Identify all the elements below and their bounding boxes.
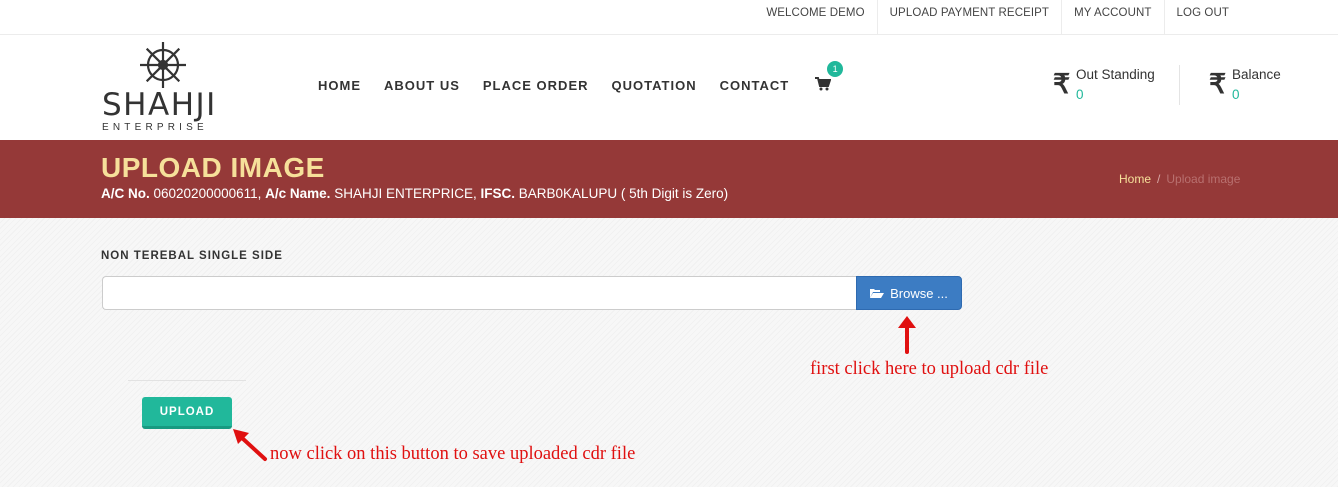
ac-no-value: 06020200000611, [153, 186, 262, 201]
outstanding-label: Out Standing [1076, 67, 1155, 82]
top-links: WELCOME DEMO UPLOAD PAYMENT RECEIPT MY A… [754, 0, 1241, 35]
rupee-icon: ₹ [1209, 69, 1227, 99]
breadcrumb: Home / Upload image [1119, 172, 1240, 186]
cart-count-badge: 1 [827, 61, 844, 77]
breadcrumb-separator: / [1157, 172, 1161, 186]
nav-about-us[interactable]: ABOUT US [384, 78, 460, 93]
cart-button[interactable]: 1 [815, 61, 844, 93]
rupee-icon: ₹ [1053, 69, 1071, 99]
annotation-upload: now click on this button to save uploade… [270, 444, 636, 464]
upload-payment-receipt-link[interactable]: UPLOAD PAYMENT RECEIPT [878, 0, 1063, 35]
cart-icon [815, 77, 832, 91]
logo-name: SHAHJI [102, 87, 217, 123]
nav-quotation[interactable]: QUOTATION [612, 78, 697, 93]
logout-link[interactable]: LOG OUT [1165, 0, 1241, 35]
nav-contact[interactable]: CONTACT [720, 78, 790, 93]
separator [128, 380, 246, 381]
my-account-link[interactable]: MY ACCOUNT [1062, 0, 1165, 35]
ac-no-label: A/C No. [101, 186, 150, 201]
welcome-link[interactable]: WELCOME DEMO [754, 0, 878, 35]
page-title: UPLOAD IMAGE [101, 152, 325, 183]
main-content: NON TEREBAL SINGLE SIDE Browse ... first… [0, 218, 1338, 487]
upload-button[interactable]: UPLOAD [142, 397, 232, 429]
page-banner: UPLOAD IMAGE A/C No. 06020200000611, A/c… [0, 140, 1338, 218]
ac-name-value: SHAHJI ENTERPRICE, [334, 186, 477, 201]
balance-value: 0 [1232, 87, 1240, 102]
ifsc-value: BARB0KALUPU ( 5th Digit is Zero) [518, 186, 729, 201]
ship-wheel-icon [140, 42, 186, 88]
ifsc-label: IFSC. [480, 186, 516, 201]
breadcrumb-current: Upload image [1166, 172, 1241, 186]
file-field-label: NON TEREBAL SINGLE SIDE [101, 250, 283, 262]
logo-subtitle: ENTERPRISE [102, 122, 208, 133]
arrow-up-icon [898, 316, 916, 354]
top-bar: WELCOME DEMO UPLOAD PAYMENT RECEIPT MY A… [0, 0, 1338, 35]
file-path-input[interactable] [102, 276, 857, 310]
breadcrumb-home[interactable]: Home [1119, 172, 1151, 186]
ac-name-label: A/c Name. [265, 186, 331, 201]
site-header: SHAHJI ENTERPRISE HOME ABOUT US PLACE OR… [0, 35, 1338, 140]
annotation-browse: first click here to upload cdr file [810, 359, 1049, 379]
nav-place-order[interactable]: PLACE ORDER [483, 78, 589, 93]
main-nav: HOME ABOUT US PLACE ORDER QUOTATION CONT… [318, 61, 844, 93]
balance-label: Balance [1232, 67, 1281, 82]
logo[interactable]: SHAHJI ENTERPRISE [100, 39, 230, 135]
header-divider [1179, 65, 1180, 105]
browse-button[interactable]: Browse ... [856, 276, 962, 310]
arrow-up-left-icon [233, 429, 267, 461]
outstanding-value: 0 [1076, 87, 1084, 102]
folder-open-icon [870, 288, 885, 298]
account-info: A/C No. 06020200000611, A/c Name. SHAHJI… [101, 186, 728, 201]
browse-label: Browse ... [890, 285, 948, 301]
nav-home[interactable]: HOME [318, 78, 361, 93]
